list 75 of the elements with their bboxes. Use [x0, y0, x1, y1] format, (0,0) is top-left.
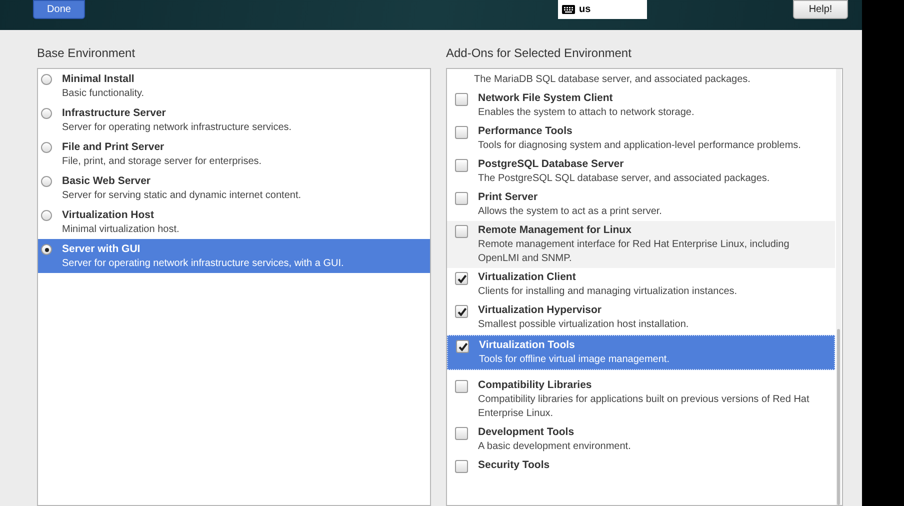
addon-option[interactable]: Development Tools A basic development environment.: [447, 423, 835, 456]
option-description: Tools for offline virtual image management.: [479, 353, 670, 367]
environment-option[interactable]: Infrastructure Server Server for operating network infrastructure services.: [38, 103, 430, 137]
option-description: A basic development environment.: [478, 440, 632, 454]
option-description: Remote management interface for Red Hat Enterprise Linux, including OpenLMI and SNMP.: [478, 238, 790, 266]
scrollbar[interactable]: [836, 69, 841, 505]
addon-option[interactable]: Compatibility Libraries Compatibility libraries for applications built on previous versions of Red Hat Enterprise Linux.: [447, 376, 835, 423]
option-title: Development Tools: [478, 425, 576, 440]
checkbox[interactable]: [455, 93, 468, 106]
section-heading: Base Environment: [37, 46, 136, 62]
option-description: Compatibility libraries for applications built on previous versions of Red Hat Enterprise Linux.: [478, 393, 810, 421]
option-title: PostgreSQL Database Server: [478, 157, 625, 172]
option-description: Enables the system to attach to network storage.: [478, 106, 696, 120]
option-title: Performance Tools: [478, 124, 574, 139]
checkbox[interactable]: [455, 192, 468, 205]
addon-option[interactable]: Print Server Allows the system to act as a print server.: [447, 188, 835, 221]
option-description: Minimal virtualization host.: [62, 223, 180, 237]
option-description: File, print, and storage server for enterprises.: [62, 155, 262, 169]
option-title: Remote Management for Linux: [478, 223, 632, 238]
environment-option[interactable]: File and Print Server File, print, and storage server for enterprises.: [38, 137, 430, 171]
option-description: Basic functionality.: [62, 87, 144, 101]
addon-option[interactable]: Remote Management for Linux Remote management interface for Red Hat Enterprise Linux, including OpenLMI and SNMP.: [447, 221, 835, 268]
environment-option[interactable]: Virtualization Host Minimal virtualization host.: [38, 205, 430, 239]
option-title: Infrastructure Server: [62, 106, 167, 121]
checkbox[interactable]: [455, 380, 468, 393]
option-description: The MariaDB SQL database server, and associated packages.: [473, 73, 752, 87]
radio-button[interactable]: [41, 210, 52, 221]
addon-option[interactable]: Performance Tools Tools for diagnosing system and application-level performance problems.: [447, 122, 835, 155]
option-description: The PostgreSQL SQL database server, and associated packages.: [478, 172, 771, 186]
section-heading: Add-Ons for Selected Environment: [446, 46, 632, 62]
option-title: Security Tools: [478, 458, 551, 473]
checkbox[interactable]: [455, 272, 468, 285]
option-title: Server with GUI: [62, 242, 142, 257]
radio-button[interactable]: [41, 108, 52, 119]
option-title: Compatibility Libraries: [478, 378, 593, 393]
option-title: Basic Web Server: [62, 174, 152, 189]
checkbox[interactable]: [455, 427, 468, 440]
option-title: File and Print Server: [62, 140, 166, 155]
checkbox[interactable]: [455, 159, 468, 172]
option-title: Network File System Client: [478, 91, 614, 106]
keyboard-layout-field[interactable]: us: [558, 0, 647, 19]
radio-button[interactable]: [41, 142, 52, 153]
option-title: Virtualization Hypervisor: [478, 303, 603, 318]
environment-option[interactable]: Basic Web Server Server for serving static and dynamic internet content.: [38, 171, 430, 205]
option-title: Print Server: [478, 190, 539, 205]
option-description: Clients for installing and managing virtualization instances.: [478, 285, 738, 299]
addon-option[interactable]: Network File System Client Enables the system to attach to network storage.: [447, 89, 835, 122]
option-description: Allows the system to act as a print server.: [478, 205, 663, 219]
option-description: Tools for diagnosing system and application-level performance problems.: [478, 139, 802, 153]
addon-option[interactable]: Virtualization Tools Tools for offline virtual image management.: [447, 335, 835, 370]
checkbox[interactable]: [455, 126, 468, 139]
environment-option[interactable]: Server with GUI Server for operating network infrastructure services, with a GUI.: [38, 239, 430, 273]
radio-button[interactable]: [41, 244, 52, 255]
checkbox[interactable]: [455, 460, 468, 473]
checkbox[interactable]: [456, 340, 469, 353]
addon-option[interactable]: Virtualization Hypervisor Smallest possible virtualization host installation.: [447, 301, 835, 334]
option-description: Server for operating network infrastructure services, with a GUI.: [62, 257, 344, 271]
option-description: Server for operating network infrastructure services.: [62, 121, 292, 135]
option-description: Server for serving static and dynamic internet content.: [62, 189, 302, 203]
option-title: Virtualization Client: [478, 270, 577, 285]
done-button[interactable]: Done: [33, 0, 85, 19]
keyboard-icon: [562, 5, 575, 14]
addon-option[interactable]: Virtualization Client Clients for installing and managing virtualization instances.: [447, 268, 835, 301]
option-title: Minimal Install: [62, 72, 136, 87]
environment-option[interactable]: Minimal Install Basic functionality.: [38, 69, 430, 103]
radio-button[interactable]: [41, 74, 52, 85]
addon-option[interactable]: PostgreSQL Database Server The PostgreSQL SQL database server, and associated packages.: [447, 155, 835, 188]
checkbox[interactable]: [455, 225, 468, 238]
help-button[interactable]: Help!: [793, 0, 848, 19]
option-title: Virtualization Host: [62, 208, 155, 223]
option-title: Virtualization Tools: [479, 338, 576, 353]
option-description: Smallest possible virtualization host installation.: [478, 318, 690, 332]
radio-button[interactable]: [41, 176, 52, 187]
addon-option[interactable]: Security Tools: [447, 456, 835, 475]
checkbox[interactable]: [455, 305, 468, 318]
